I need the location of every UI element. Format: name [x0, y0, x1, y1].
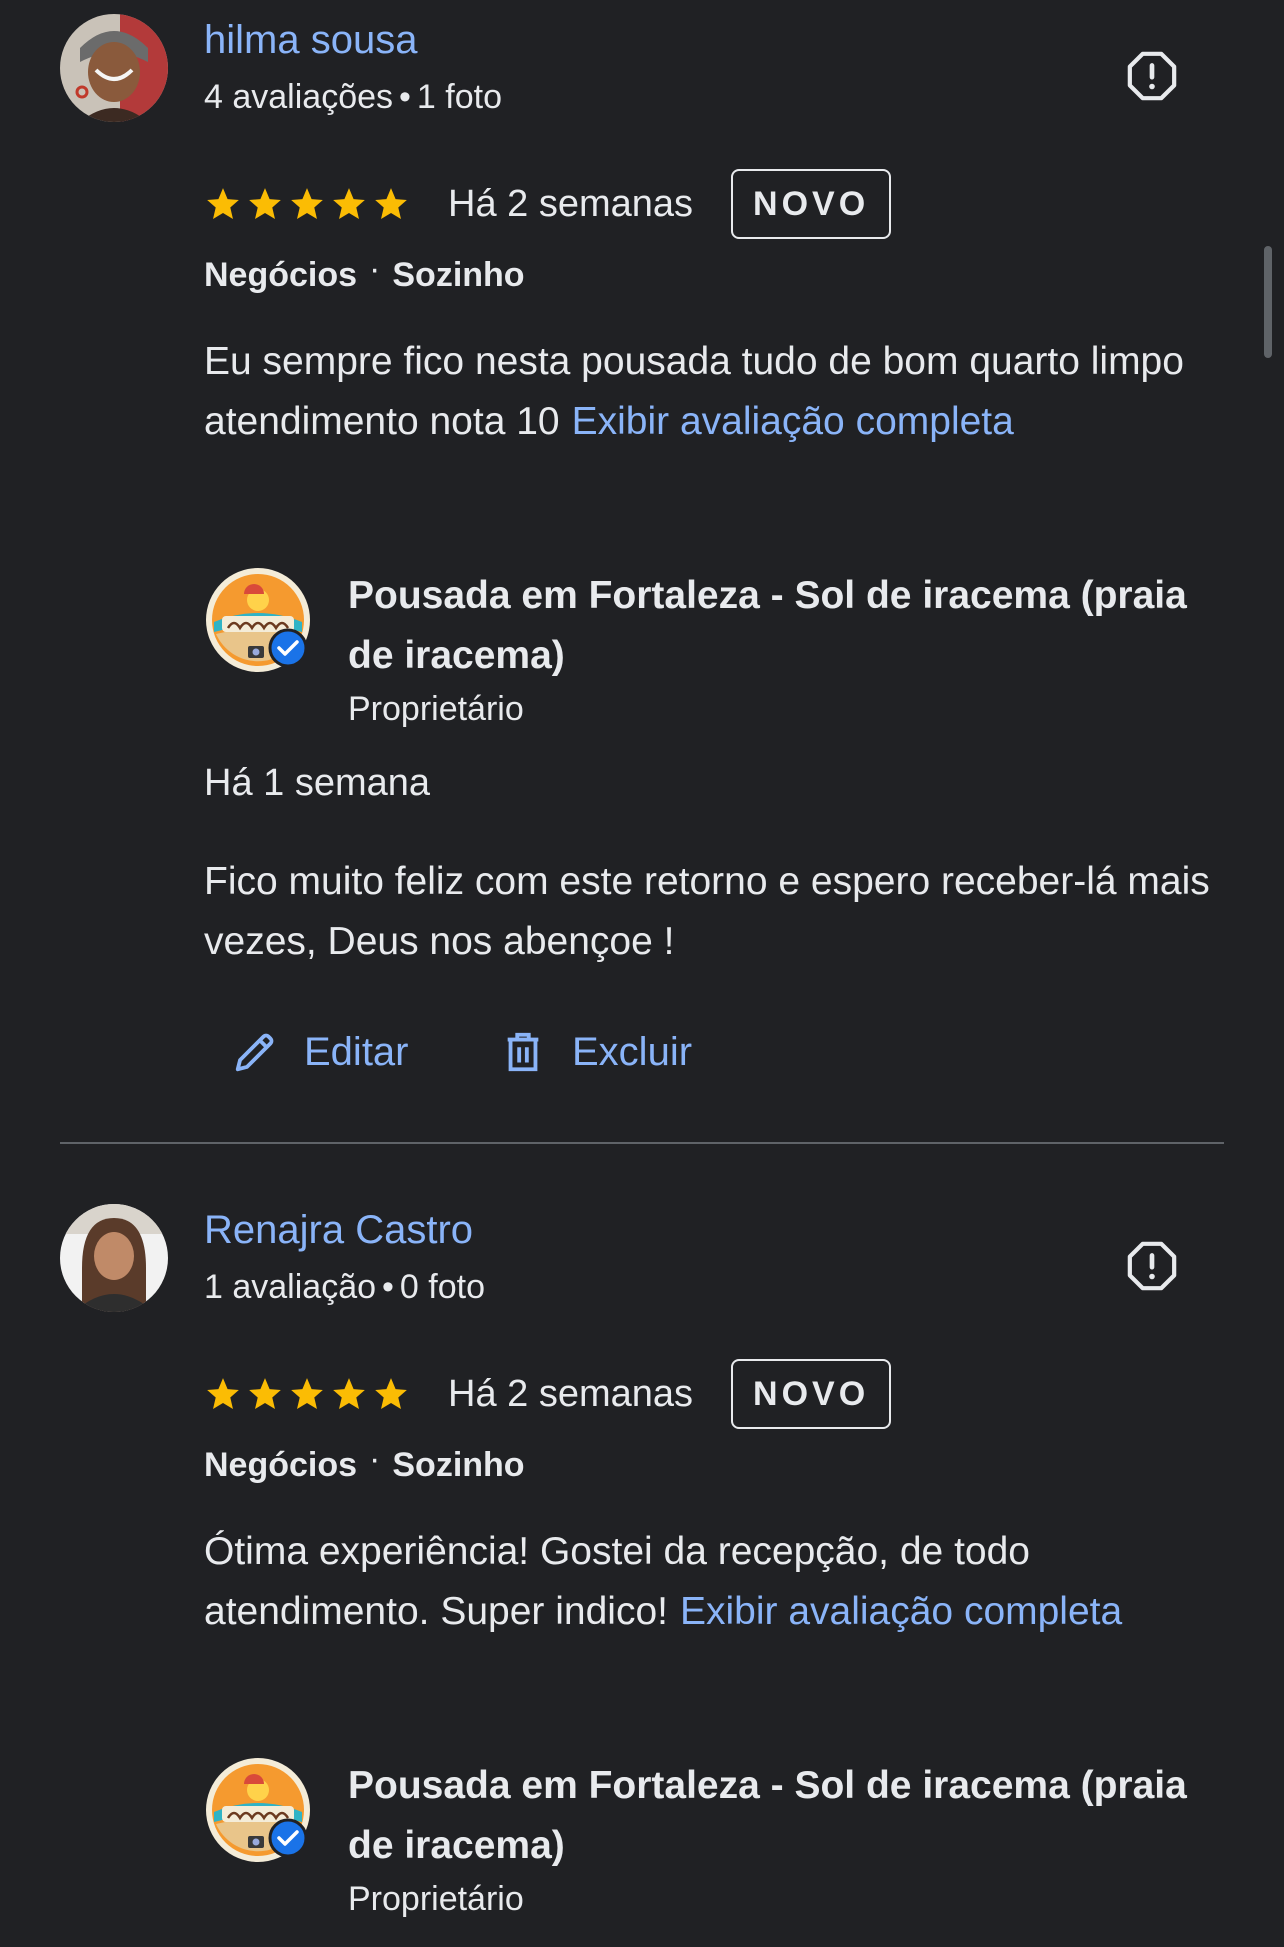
- trash-icon: [500, 1029, 546, 1075]
- star-icon: [246, 185, 284, 223]
- review-count: 1 avaliação: [204, 1268, 377, 1306]
- report-icon: [1124, 1238, 1180, 1294]
- pousada-logo-verified-icon: [204, 1756, 316, 1868]
- trip-type: Negócios: [204, 256, 358, 294]
- owner-logo: [204, 1756, 316, 1868]
- photo-count: 0 foto: [399, 1268, 485, 1306]
- reviewer-avatar[interactable]: [60, 14, 168, 122]
- review-text: Ótima experiência! Gostei da recepção, d…: [204, 1522, 1204, 1642]
- report-button[interactable]: [1122, 46, 1182, 106]
- reviews-page: hilma sousa 4 avaliações • 1 foto Há 2 sem…: [0, 0, 1284, 1947]
- avatar-photo-icon: [60, 1204, 168, 1312]
- star-rating: [204, 1375, 410, 1413]
- star-icon: [330, 185, 368, 223]
- star-icon: [288, 185, 326, 223]
- star-icon: [246, 1375, 284, 1413]
- review-date: Há 2 semanas: [448, 182, 694, 225]
- star-icon: [330, 1375, 368, 1413]
- show-full-review-link[interactable]: Exibir avaliação completa: [680, 1590, 1122, 1633]
- review-date: Há 2 semanas: [448, 1372, 694, 1415]
- show-full-review-link[interactable]: Exibir avaliação completa: [572, 400, 1014, 443]
- new-badge: NOVO: [731, 1359, 892, 1429]
- meta-separator: •: [399, 78, 411, 116]
- report-button[interactable]: [1122, 1236, 1182, 1296]
- avatar-photo-icon: [60, 14, 168, 122]
- review-count: 4 avaliações: [204, 78, 394, 116]
- owner-role: Proprietário: [348, 690, 524, 728]
- owner-role: Proprietário: [348, 1880, 524, 1918]
- star-icon: [372, 1375, 410, 1413]
- star-icon: [204, 185, 242, 223]
- tag-separator: ·: [369, 1440, 381, 1478]
- report-icon: [1124, 48, 1180, 104]
- star-icon: [288, 1375, 326, 1413]
- delete-response-button[interactable]: Excluir: [500, 1020, 692, 1084]
- companions: Sozinho: [392, 256, 525, 294]
- edit-response-button[interactable]: Editar: [232, 1020, 409, 1084]
- star-icon: [372, 185, 410, 223]
- photo-count: 1 foto: [416, 78, 502, 116]
- reviewer-name[interactable]: Renajra Castro: [204, 1208, 473, 1253]
- trip-tags: Negócios · Sozinho: [204, 250, 525, 295]
- reviewer-name[interactable]: hilma sousa: [204, 18, 417, 63]
- reviewer-stats: 4 avaliações • 1 foto: [204, 78, 502, 117]
- review-divider: [60, 1142, 1224, 1144]
- trip-tags: Negócios · Sozinho: [204, 1440, 525, 1485]
- tag-separator: ·: [369, 250, 381, 288]
- star-icon: [204, 1375, 242, 1413]
- owner-business-name: Pousada em Fortaleza - Sol de iracema (p…: [348, 1764, 1187, 1867]
- reviewer-stats: 1 avaliação • 0 foto: [204, 1268, 485, 1307]
- response-date: Há 1 semana: [204, 762, 431, 804]
- companions: Sozinho: [392, 1446, 525, 1484]
- edit-label: Editar: [304, 1029, 409, 1074]
- star-rating: [204, 185, 410, 223]
- rating-row: Há 2 semanas NOVO: [204, 166, 892, 242]
- trip-type: Negócios: [204, 1446, 358, 1484]
- response-text: Fico muito feliz com este retorno e espe…: [204, 860, 1210, 963]
- owner-business-name: Pousada em Fortaleza - Sol de iracema (p…: [348, 574, 1187, 677]
- reviewer-avatar[interactable]: [60, 1204, 168, 1312]
- scrollbar-thumb[interactable]: [1264, 246, 1272, 358]
- owner-logo: [204, 566, 316, 678]
- delete-label: Excluir: [572, 1029, 693, 1074]
- pencil-icon: [232, 1029, 278, 1075]
- review-text: Eu sempre fico nesta pousada tudo de bom…: [204, 332, 1204, 452]
- pousada-logo-verified-icon: [204, 566, 316, 678]
- meta-separator: •: [382, 1268, 394, 1306]
- rating-row: Há 2 semanas NOVO: [204, 1356, 892, 1432]
- new-badge: NOVO: [731, 169, 892, 239]
